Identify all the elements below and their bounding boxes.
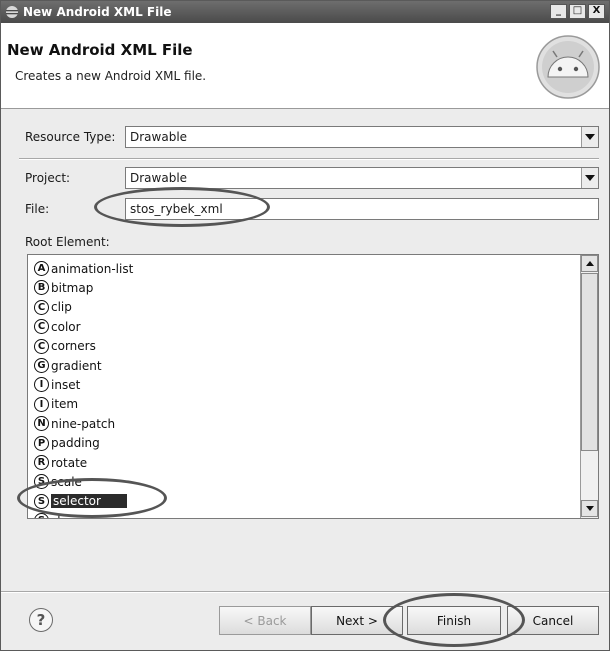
window-controls: _ □ X [550,4,605,19]
list-item-selector[interactable]: Sselector [34,492,127,511]
button-bar-separator [1,591,609,593]
list-item-label: gradient [51,358,102,373]
element-type-icon: I [34,396,49,412]
list-item-gradient[interactable]: Ggradient [34,356,102,375]
element-type-icon: P [34,435,49,451]
project-label: Project: [25,171,71,185]
resource-type-label: Resource Type: [25,130,116,144]
list-item-color[interactable]: Ccolor [34,317,81,336]
title-bar: New Android XML File _ □ X [1,1,609,23]
root-element-label: Root Element: [25,235,110,249]
list-item-label: animation-list [51,261,134,276]
chevron-down-icon[interactable] [581,127,598,147]
scroll-up-icon[interactable] [581,255,598,272]
root-element-list[interactable]: Aanimation-list Bbitmap Cclip Ccolor Ccorner… [27,254,599,519]
list-item-shape[interactable]: Sshape [34,511,87,518]
eclipse-icon [6,6,18,18]
list-item-corners[interactable]: Ccorners [34,337,96,356]
back-button[interactable]: < Back [219,606,311,635]
list-item-animation-list[interactable]: Aanimation-list [34,259,133,278]
help-icon[interactable]: ? [29,608,53,632]
android-logo-icon [536,35,600,99]
project-select[interactable]: Drawable [125,167,599,189]
list-item-label: clip [51,300,72,315]
maximize-button[interactable]: □ [569,4,586,19]
element-type-icon: C [34,338,49,354]
list-item-label: rotate [51,455,88,470]
list-item-label: selector [51,494,127,509]
resource-type-value: Drawable [130,130,188,144]
scroll-down-icon[interactable] [581,500,598,517]
list-item-inset[interactable]: Iinset [34,375,80,394]
element-type-icon: G [34,358,49,373]
wizard-title: New Android XML File [7,41,193,59]
project-value: Drawable [130,171,188,185]
list-item-label: nine-patch [51,416,116,431]
element-type-icon: I [34,377,49,393]
list-item-label: color [51,319,81,334]
finish-button[interactable]: Finish [407,606,501,635]
element-type-icon: A [34,261,49,276]
resource-type-select[interactable]: Drawable [125,126,599,148]
list-item-label: item [51,397,79,412]
file-name-input[interactable]: stos_rybek_xml [125,198,599,220]
list-item-nine-patch[interactable]: Nnine-patch [34,414,115,433]
list-item-label: corners [51,339,96,354]
list-item-label: bitmap [51,280,94,295]
list-item-rotate[interactable]: Rrotate [34,453,87,472]
wizard-description: Creates a new Android XML file. [15,69,207,83]
list-item-item[interactable]: Iitem [34,395,78,414]
list-item-bitmap[interactable]: Bbitmap [34,278,93,297]
list-item-label: scale [51,474,82,489]
element-type-icon: C [34,319,49,335]
element-type-icon: B [34,280,49,296]
new-android-xml-file-dialog: New Android XML File _ □ X New Android X… [0,0,610,651]
list-item-padding[interactable]: Ppadding [34,434,100,453]
next-button[interactable]: Next > [311,606,403,635]
scroll-thumb[interactable] [581,273,598,451]
separator [19,158,599,160]
minimize-button[interactable]: _ [550,4,567,19]
close-button[interactable]: X [588,4,605,19]
file-label: File: [25,202,50,216]
list-item-label: shape [51,514,87,518]
list-item-label: inset [51,377,81,392]
cancel-button[interactable]: Cancel [507,606,599,635]
window-title: New Android XML File [23,5,172,19]
chevron-down-icon[interactable] [581,168,598,188]
element-type-icon: R [34,455,49,470]
element-type-icon: S [34,513,49,518]
list-item-clip[interactable]: Cclip [34,298,72,317]
list-scrollbar[interactable] [580,255,598,518]
element-type-icon: N [34,416,49,432]
element-type-icon: C [34,299,49,315]
element-type-icon: S [34,493,49,509]
list-item-scale[interactable]: Sscale [34,472,82,491]
list-item-label: padding [51,436,100,451]
wizard-header: New Android XML File Creates a new Andro… [1,23,609,109]
element-type-icon: S [34,474,49,490]
